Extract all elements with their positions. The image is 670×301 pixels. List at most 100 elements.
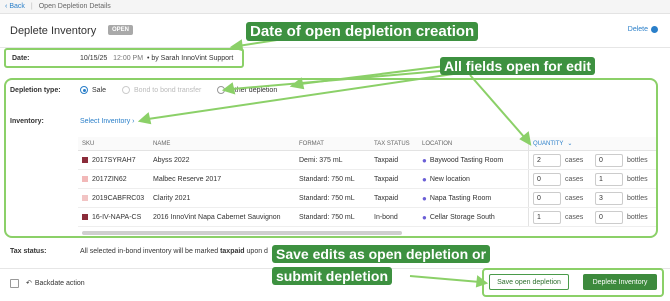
table-body: 2017SYRAH7 Abyss 2022 Demi: 375 mL Taxpaid ●… bbox=[78, 151, 656, 227]
cases-unit: cases bbox=[565, 156, 584, 164]
sku-text: 16-IV-NAPA-CS bbox=[92, 213, 142, 221]
cell-name: Malbec Reserve 2017 bbox=[153, 175, 222, 183]
date-row: Date: 10/15/25 12:00 PM • by Sarah InnoV… bbox=[4, 48, 244, 68]
cell-name: Clarity 2021 bbox=[153, 194, 191, 202]
col-name[interactable]: NAME bbox=[153, 141, 299, 147]
cell-quantity: 0 cases 1 bottles bbox=[528, 170, 656, 188]
radio-sale[interactable]: Sale bbox=[80, 86, 106, 94]
radio-other-depletion-label: Other depletion bbox=[229, 86, 278, 94]
deplete-inventory-button[interactable]: Deplete Inventory bbox=[583, 274, 657, 290]
cell-location: ● Napa Tasting Room bbox=[422, 194, 528, 203]
bottles-input[interactable]: 0 bbox=[595, 210, 623, 224]
radio-bond-transfer-label: Bond to bond transfer bbox=[134, 86, 202, 94]
delete-icon bbox=[651, 26, 658, 33]
inventory-table: SKU NAME FORMAT TAX STATUS LOCATION QUAN… bbox=[78, 137, 656, 227]
location-text: New location bbox=[429, 175, 470, 183]
radio-selected-icon bbox=[80, 86, 88, 94]
cases-input[interactable]: 1 bbox=[533, 210, 561, 224]
bottles-input[interactable]: 3 bbox=[595, 191, 623, 205]
location-pin-icon: ● bbox=[422, 193, 427, 203]
cell-sku: 2017SYRAH7 bbox=[78, 157, 153, 164]
chevron-down-icon: ⌄ bbox=[567, 141, 573, 147]
radio-bond-transfer: Bond to bond transfer bbox=[122, 86, 201, 94]
backdate-label: Backdate action bbox=[34, 279, 85, 287]
cell-format: Standard: 750 mL bbox=[299, 194, 355, 202]
callout-save-line1: Save edits as open depletion or bbox=[272, 245, 491, 263]
tax-status-text: All selected in-bond inventory will be m… bbox=[80, 248, 268, 255]
location-pin-icon: ● bbox=[422, 155, 427, 165]
cell-tax-status: Taxpaid bbox=[374, 194, 399, 202]
cell-name: 2016 InnoVint Napa Cabernet Sauvignon bbox=[153, 213, 281, 221]
col-sku[interactable]: SKU bbox=[78, 141, 153, 147]
col-quantity-label: QUANTITY bbox=[533, 140, 564, 147]
created-by-text: • by Sarah InnoVint Support bbox=[146, 54, 234, 62]
time-text: 12:00 PM bbox=[113, 54, 144, 62]
sku-text: 2019CABFRC03 bbox=[92, 194, 145, 202]
wine-color-swatch-icon bbox=[82, 176, 88, 182]
date-value[interactable]: 10/15/25 12:00 PM • by Sarah InnoVint Su… bbox=[80, 55, 233, 62]
col-tax-status[interactable]: TAX STATUS bbox=[374, 141, 422, 147]
location-text: Napa Tasting Room bbox=[429, 194, 492, 202]
cell-tax-status: In-bond bbox=[374, 213, 398, 221]
cases-unit: cases bbox=[565, 213, 584, 221]
backdate-checkbox[interactable] bbox=[10, 279, 19, 288]
col-format[interactable]: FORMAT bbox=[299, 141, 374, 147]
cases-input[interactable]: 0 bbox=[533, 191, 561, 205]
table-row: 2019CABFRC03 Clarity 2021 Standard: 750 mL… bbox=[78, 189, 656, 208]
cell-location: ● Cellar Storage South bbox=[422, 213, 528, 222]
location-pin-icon: ● bbox=[422, 174, 427, 184]
cell-format: Standard: 750 mL bbox=[299, 213, 355, 221]
cell-tax-status: Taxpaid bbox=[374, 156, 399, 164]
depletion-type-label: Depletion type: bbox=[10, 86, 61, 94]
location-text: Cellar Storage South bbox=[429, 213, 495, 221]
tax-status-text-post: upon d bbox=[244, 248, 268, 255]
bottles-input[interactable]: 0 bbox=[595, 153, 623, 167]
breadcrumb: Open Depletion Details bbox=[38, 3, 111, 10]
bottles-unit: bottles bbox=[627, 156, 648, 164]
cell-format: Demi: 375 mL bbox=[299, 156, 343, 164]
undo-arrow-icon: ↶ bbox=[26, 280, 32, 287]
cell-name: Abyss 2022 bbox=[153, 156, 190, 164]
date-text: 10/15/25 bbox=[80, 54, 108, 62]
sku-text: 2017ZIN62 bbox=[92, 175, 127, 183]
inventory-label: Inventory: bbox=[10, 118, 44, 125]
select-inventory-link[interactable]: Select Inventory › bbox=[80, 118, 135, 125]
tax-status-label: Tax status: bbox=[10, 248, 47, 255]
cases-input[interactable]: 2 bbox=[533, 153, 561, 167]
date-label: Date: bbox=[12, 54, 30, 62]
save-open-depletion-button[interactable]: Save open depletion bbox=[489, 274, 569, 290]
cell-location: ● New location bbox=[422, 175, 528, 184]
back-label: Back bbox=[9, 3, 25, 10]
inventory-row: Inventory: Select Inventory › bbox=[10, 118, 135, 125]
radio-other-depletion[interactable]: Other depletion bbox=[217, 86, 277, 94]
radio-unselected-icon bbox=[217, 86, 226, 94]
bottles-unit: bottles bbox=[627, 194, 648, 202]
back-link[interactable]: ‹ Back bbox=[5, 3, 25, 10]
location-pin-icon: ● bbox=[422, 212, 427, 222]
cases-input[interactable]: 0 bbox=[533, 172, 561, 186]
cell-location: ● Baywood Tasting Room bbox=[422, 156, 528, 165]
wine-color-swatch-icon bbox=[82, 195, 88, 201]
callout-save-line2: submit depletion bbox=[272, 267, 392, 285]
depletion-type-row: Depletion type: Sale Bond to bond transf… bbox=[10, 84, 293, 96]
col-quantity[interactable]: QUANTITY ⌄ bbox=[528, 137, 656, 150]
col-location[interactable]: LOCATION bbox=[422, 141, 528, 147]
cases-unit: cases bbox=[565, 194, 584, 202]
page-title: Deplete Inventory bbox=[10, 25, 97, 37]
backdate-action[interactable]: ↶ Backdate action bbox=[26, 279, 85, 288]
select-inventory-label: Select Inventory bbox=[80, 118, 131, 125]
cell-sku: 2017ZIN62 bbox=[78, 176, 153, 183]
horizontal-scrollbar[interactable] bbox=[82, 231, 402, 235]
table-row: 2017SYRAH7 Abyss 2022 Demi: 375 mL Taxpaid ●… bbox=[78, 151, 656, 170]
sku-text: 2017SYRAH7 bbox=[92, 156, 136, 164]
radio-disabled-icon bbox=[122, 86, 131, 94]
cell-quantity: 2 cases 0 bottles bbox=[528, 151, 656, 169]
tax-status-text-pre: All selected in-bond inventory will be m… bbox=[80, 248, 221, 255]
bottles-input[interactable]: 1 bbox=[595, 172, 623, 186]
status-badge: OPEN bbox=[108, 25, 134, 35]
cell-sku: 16-IV-NAPA-CS bbox=[78, 214, 153, 221]
chevron-left-icon: ‹ bbox=[5, 3, 8, 10]
wine-color-swatch-icon bbox=[82, 157, 88, 163]
cell-quantity: 1 cases 0 bottles bbox=[528, 208, 656, 226]
delete-button[interactable]: Delete bbox=[628, 26, 658, 33]
